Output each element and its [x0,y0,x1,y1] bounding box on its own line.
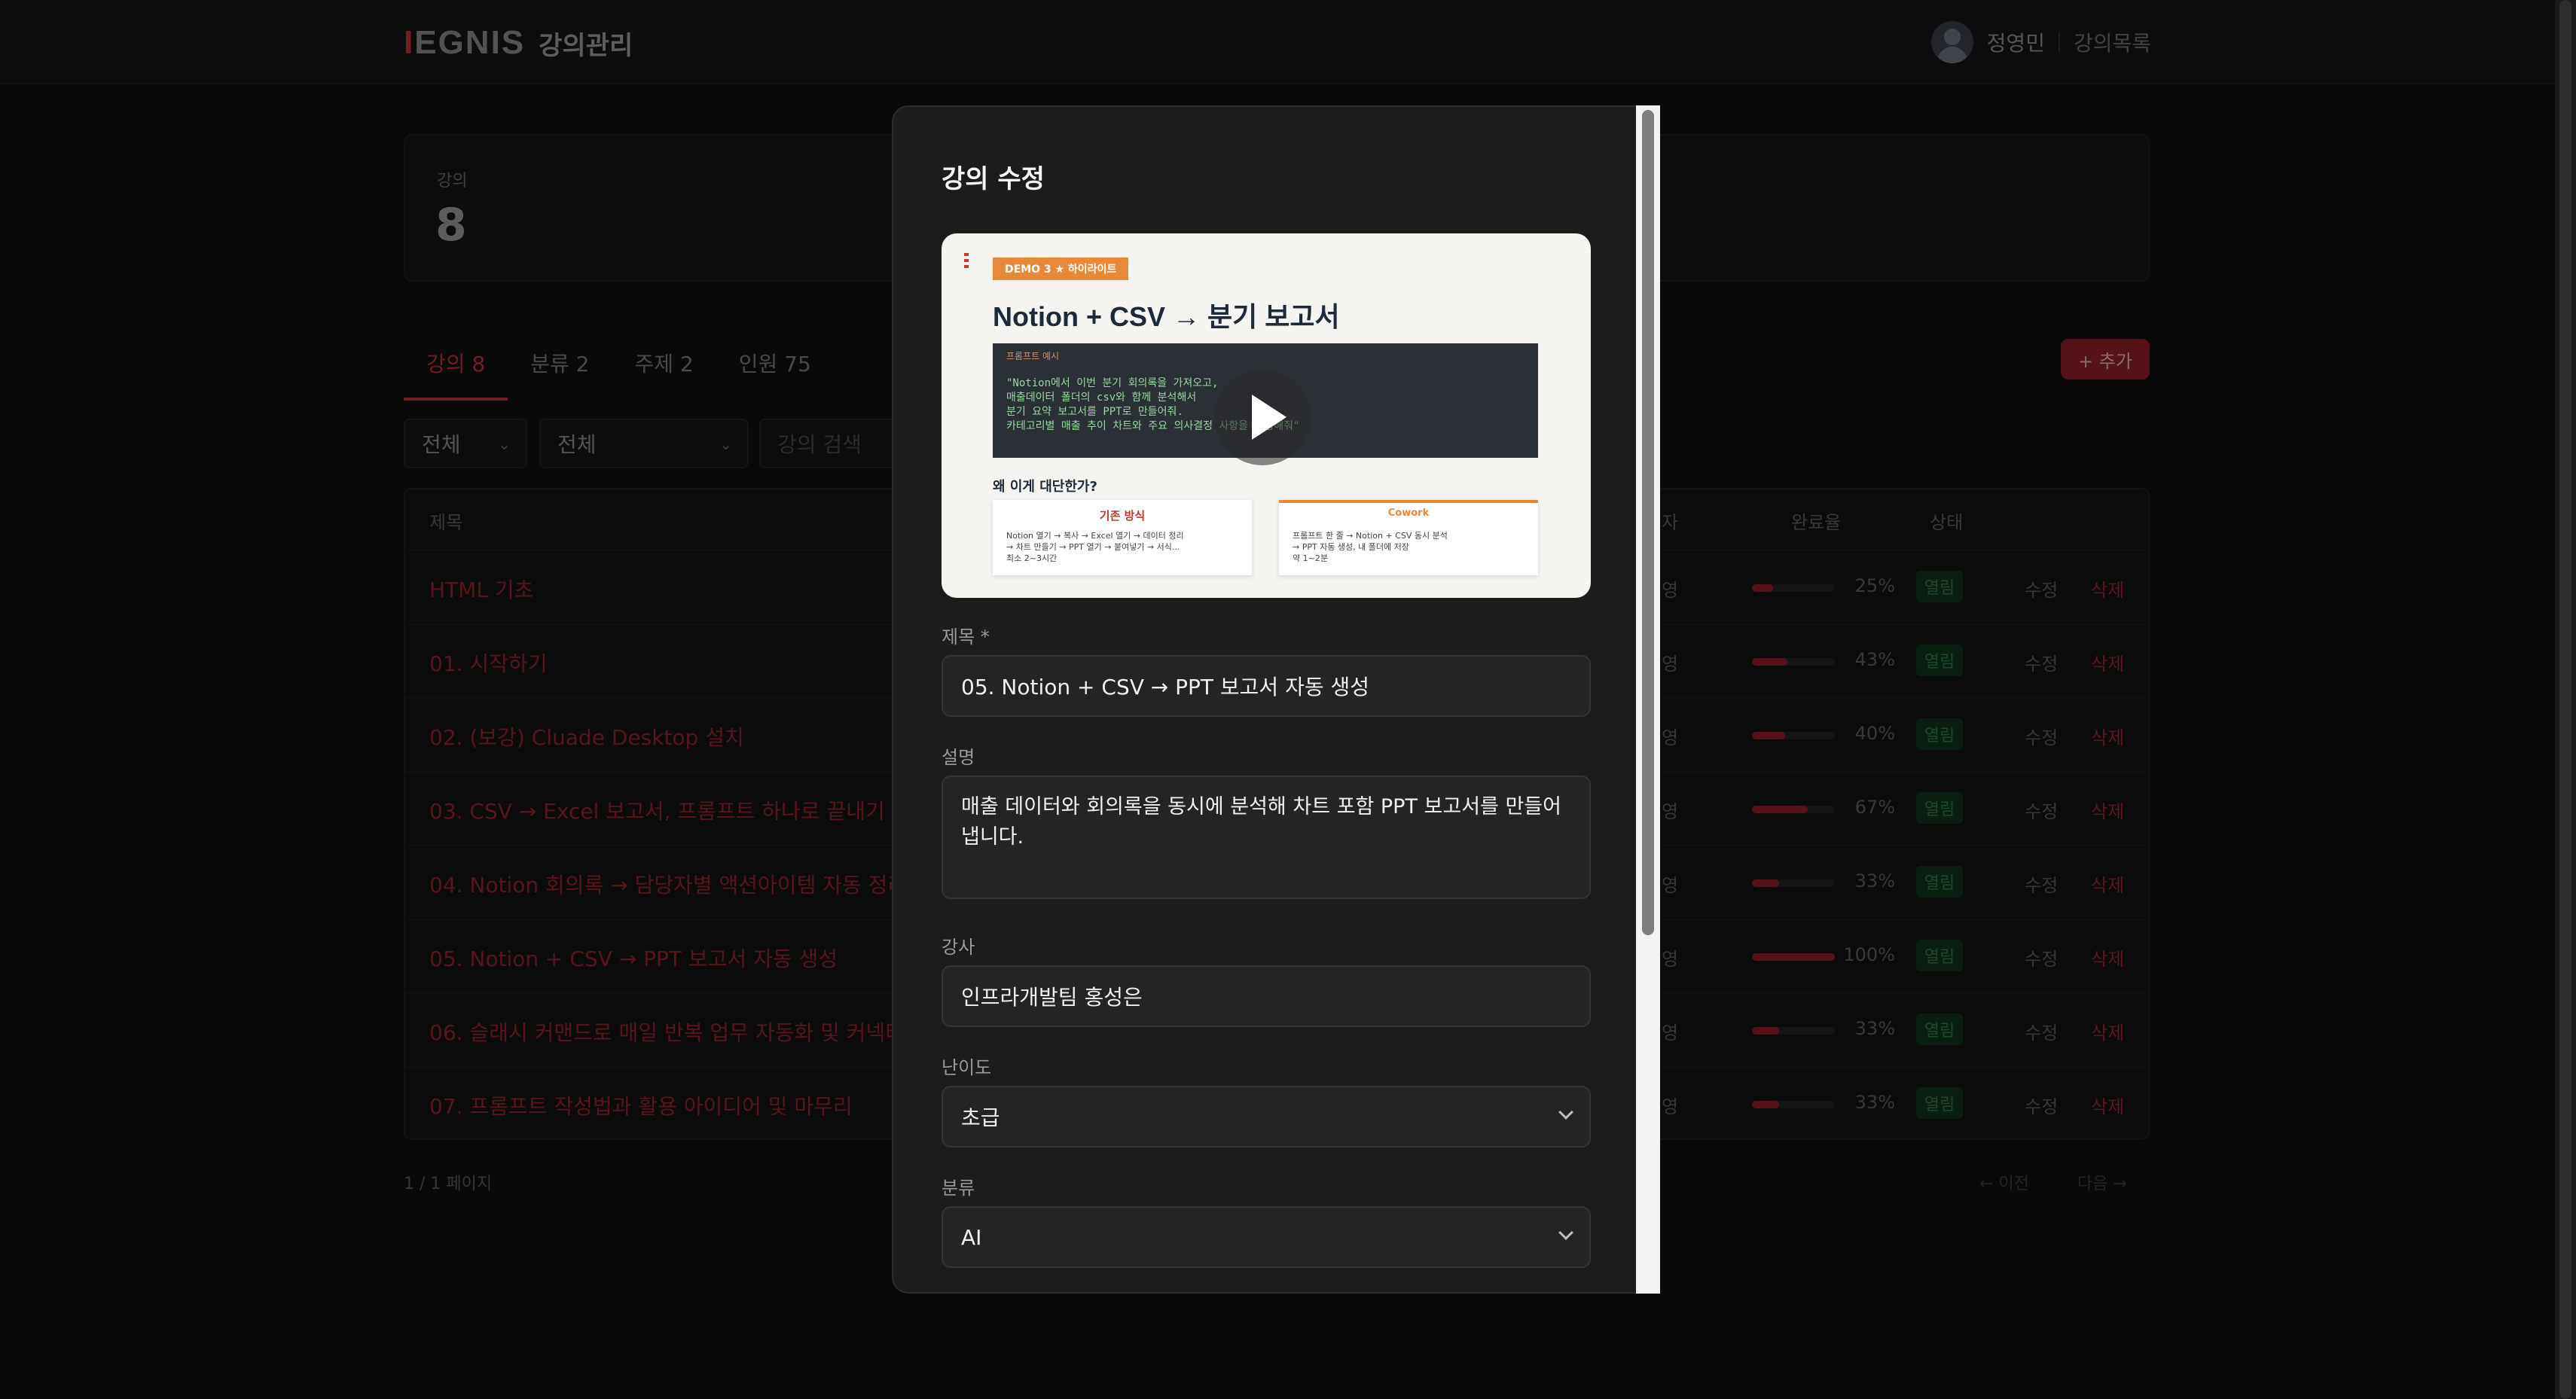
title-field[interactable]: 05. Notion + CSV → PPT 보고서 자동 생성 [942,655,1591,717]
slide-tag: DEMO 3 ★ 하이라이트 [993,258,1129,280]
chevron-down-icon [1558,1105,1573,1120]
card-text: Notion 열기 → 복사 → Excel 열기 → 데이터 정리 → 차트 … [1006,531,1184,563]
slide-title: Notion + CSV → 분기 보고서 [993,301,1340,332]
modal-scrollbar-thumb[interactable] [1642,110,1654,935]
category-select[interactable]: AI [942,1206,1591,1268]
edit-lecture-modal: 강의 수정 DEMO 3 ★ 하이라이트 Notion + CSV → 분기 보… [892,105,1660,1294]
level-field-label: 난이도 [942,1057,992,1078]
card-title: 기존 방식 [1099,509,1146,523]
slide-subheading: 왜 이게 대단한가? [993,479,1097,495]
slide-card-old-way: 기존 방식 Notion 열기 → 복사 → Excel 열기 → 데이터 정리… [993,500,1252,575]
instructor-field-label: 강사 [942,937,975,958]
description-field-label: 설명 [942,747,975,768]
modal-title: 강의 수정 [942,164,1045,194]
instructor-field[interactable]: 인프라개발팀 홍성은 [942,965,1591,1027]
description-textarea[interactable]: 매출 데이터와 회의록을 동시에 분석해 차트 포함 PPT 보고서를 만들어냅… [942,776,1591,899]
category-field-label: 분류 [942,1178,975,1199]
level-select-value: 초급 [961,1105,1000,1130]
chevron-down-icon [1558,1225,1573,1240]
title-field-label: 제목 * [942,626,990,648]
page-scrollbar[interactable] [2555,0,2576,1399]
level-select[interactable]: 초급 [942,1086,1591,1148]
slide-menu-icon [964,253,970,268]
card-title: Cowork [1387,507,1430,519]
prompt-label: 프롬프트 예시 [1006,351,1060,361]
lecture-video-preview[interactable]: DEMO 3 ★ 하이라이트 Notion + CSV → 분기 보고서 프롬프… [942,233,1591,598]
modal-scrollbar[interactable] [1636,105,1660,1294]
card-text: 프롬프트 한 줄 → Notion + CSV 동시 분석 → PPT 자동 생… [1293,531,1448,563]
page-scrollbar-thumb[interactable] [2559,0,2571,1399]
slide-card-cowork: Cowork 프롬프트 한 줄 → Notion + CSV 동시 분석 → P… [1279,500,1538,575]
category-select-value: AI [961,1224,982,1250]
play-icon[interactable] [1214,369,1311,465]
